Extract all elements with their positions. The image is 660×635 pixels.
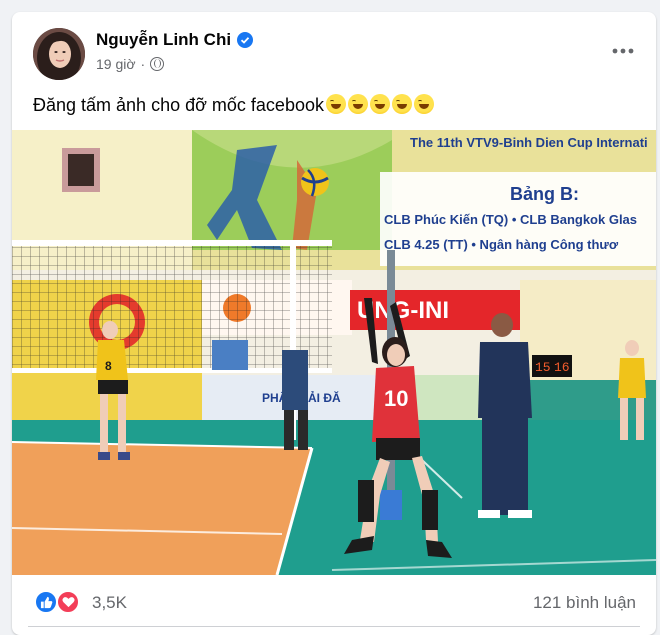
comments-count[interactable]: 121 bình luận	[533, 593, 636, 613]
grinning-sweat-emoji-icon	[325, 94, 346, 114]
post-photo[interactable]: The 11th VTV9-Binh Dien Cup Internati Bả…	[12, 130, 656, 575]
love-reaction-icon[interactable]	[56, 590, 80, 614]
bang-line-1: CLB Phúc Kiến (TQ) • CLB Bangkok Glas	[384, 212, 637, 227]
grinning-sweat-emoji-icon	[369, 94, 390, 114]
grinning-sweat-emoji-icon	[347, 94, 368, 114]
verified-badge-icon	[237, 32, 254, 48]
like-reaction-icon[interactable]	[34, 590, 58, 614]
score-left: 15	[535, 360, 551, 375]
divider	[28, 626, 640, 627]
player-number-far: 8	[105, 359, 112, 373]
globe-icon[interactable]	[150, 57, 165, 71]
meta-separator: ·	[140, 56, 146, 72]
ellipsis-icon	[612, 48, 634, 54]
bang-line-2: CLB 4.25 (TT) • Ngân hàng Công thươ	[384, 237, 619, 252]
volleyball-scene: The 11th VTV9-Binh Dien Cup Internati Bả…	[12, 130, 656, 575]
post-time[interactable]: 19 giờ	[96, 56, 136, 72]
player-number: 10	[384, 386, 408, 411]
grinning-sweat-emoji-icon	[413, 94, 434, 114]
grinning-sweat-emoji-icon	[391, 94, 412, 114]
post-card: Nguyễn Linh Chi 19 giờ · Đăng tấm ảnh ch…	[12, 12, 656, 635]
post-caption: Đăng tấm ảnh cho đỡ mốc facebook	[33, 92, 434, 118]
bang-title: Bảng B:	[510, 184, 579, 204]
caption-text: Đăng tấm ảnh cho đỡ mốc facebook	[33, 95, 324, 115]
post-header: Nguyễn Linh Chi 19 giờ ·	[12, 12, 656, 88]
post-meta: 19 giờ ·	[96, 56, 165, 72]
author-name-text[interactable]: Nguyễn Linh Chi	[96, 30, 231, 50]
banner-top-text: The 11th VTV9-Binh Dien Cup Internati	[410, 135, 648, 150]
reactions-count[interactable]: 3,5K	[92, 593, 127, 613]
score-right: 16	[554, 360, 570, 375]
avatar[interactable]	[33, 28, 85, 80]
more-options-button[interactable]	[612, 42, 634, 54]
author-name[interactable]: Nguyễn Linh Chi	[96, 30, 254, 50]
post-stats: 3,5K 121 bình luận	[12, 585, 656, 621]
